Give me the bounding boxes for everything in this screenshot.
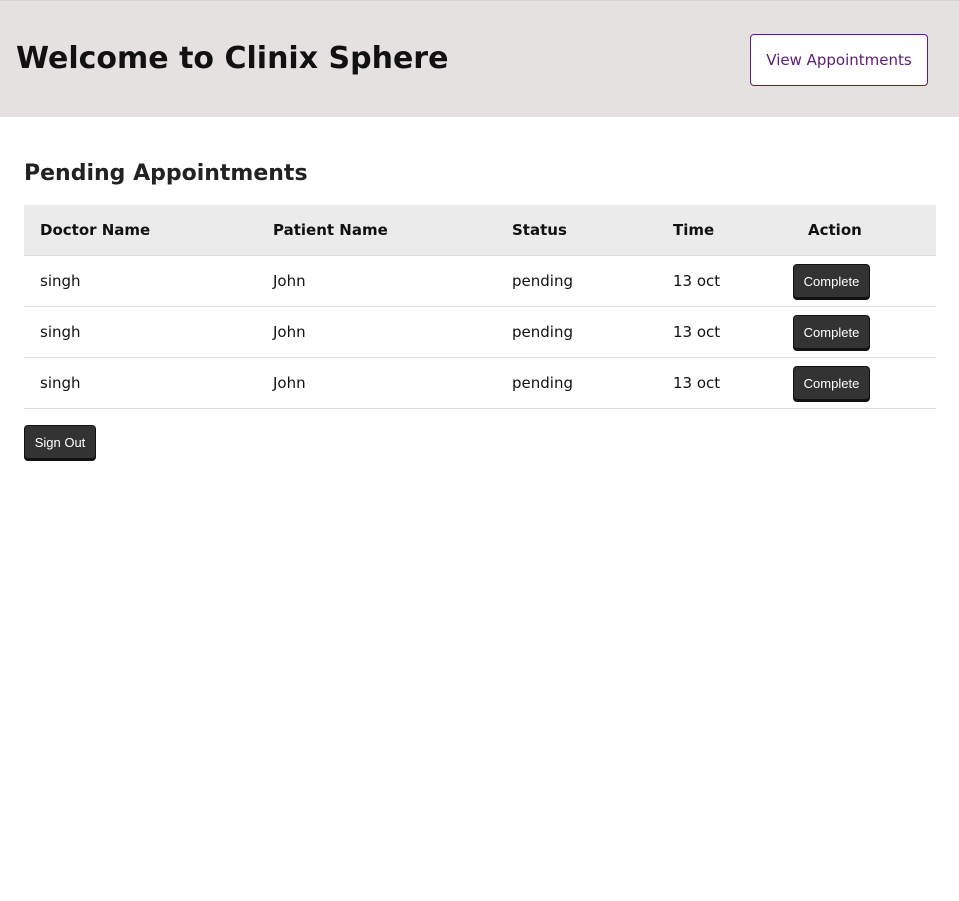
- site-title: Welcome to Clinix Sphere: [16, 41, 449, 76]
- complete-button[interactable]: Complete: [793, 264, 870, 298]
- column-header-action: Action: [808, 221, 862, 239]
- view-appointments-button[interactable]: View Appointments: [750, 34, 928, 86]
- doctor-name-cell: singh: [40, 374, 81, 392]
- column-header-status: Status: [512, 221, 567, 239]
- patient-name-cell: John: [273, 272, 306, 290]
- doctor-name-cell: singh: [40, 323, 81, 341]
- column-header-doctor: Doctor Name: [40, 221, 151, 239]
- status-cell: pending: [512, 323, 573, 341]
- column-header-time: Time: [673, 221, 715, 239]
- time-cell: 13 oct: [673, 374, 721, 392]
- section-title: Pending Appointments: [24, 161, 308, 186]
- time-cell: 13 oct: [673, 272, 721, 290]
- patient-name-cell: John: [273, 323, 306, 341]
- complete-button[interactable]: Complete: [793, 366, 870, 400]
- status-cell: pending: [512, 374, 573, 392]
- sign-out-button[interactable]: Sign Out: [24, 425, 96, 459]
- page-header: Welcome to Clinix Sphere View Appointmen…: [0, 0, 959, 117]
- appointments-table: Doctor Name Patient Name Status Time Act…: [24, 205, 936, 409]
- patient-name-cell: John: [273, 374, 306, 392]
- doctor-name-cell: singh: [40, 272, 81, 290]
- time-cell: 13 oct: [673, 323, 721, 341]
- column-header-patient: Patient Name: [273, 221, 388, 239]
- table-header-row: Doctor Name Patient Name Status Time Act…: [24, 205, 936, 256]
- complete-button[interactable]: Complete: [793, 315, 870, 349]
- table-row: singh John pending 13 oct Complete: [24, 307, 936, 358]
- status-cell: pending: [512, 272, 573, 290]
- table-row: singh John pending 13 oct Complete: [24, 256, 936, 307]
- table-row: singh John pending 13 oct Complete: [24, 358, 936, 409]
